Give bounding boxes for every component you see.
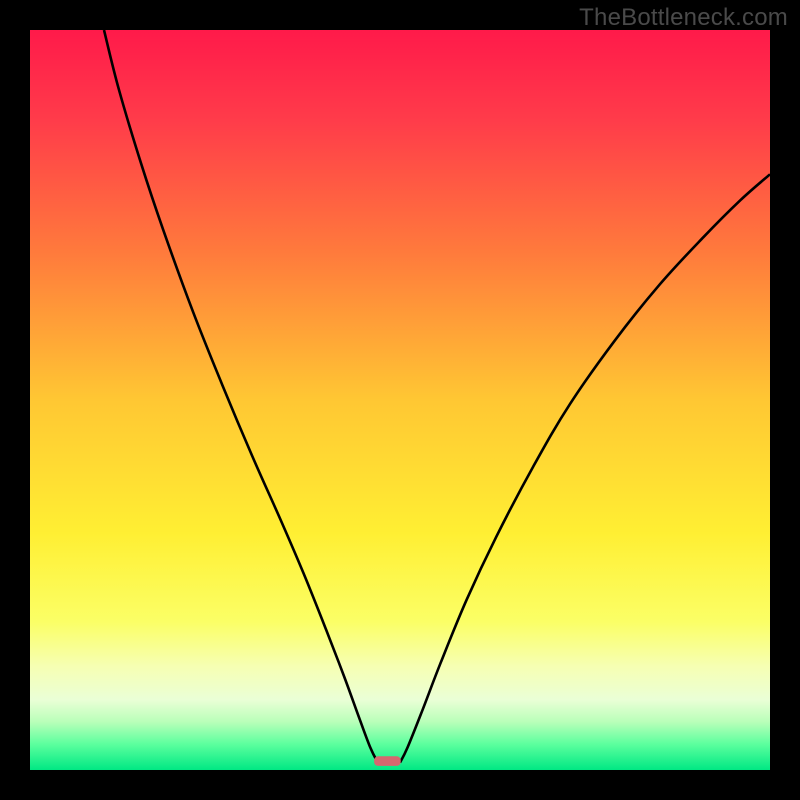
watermark-text: TheBottleneck.com <box>579 4 788 32</box>
gradient-background <box>30 30 770 770</box>
bottleneck-chart <box>30 30 770 770</box>
chart-frame: TheBottleneck.com <box>0 0 800 800</box>
trough-marker <box>374 756 401 766</box>
